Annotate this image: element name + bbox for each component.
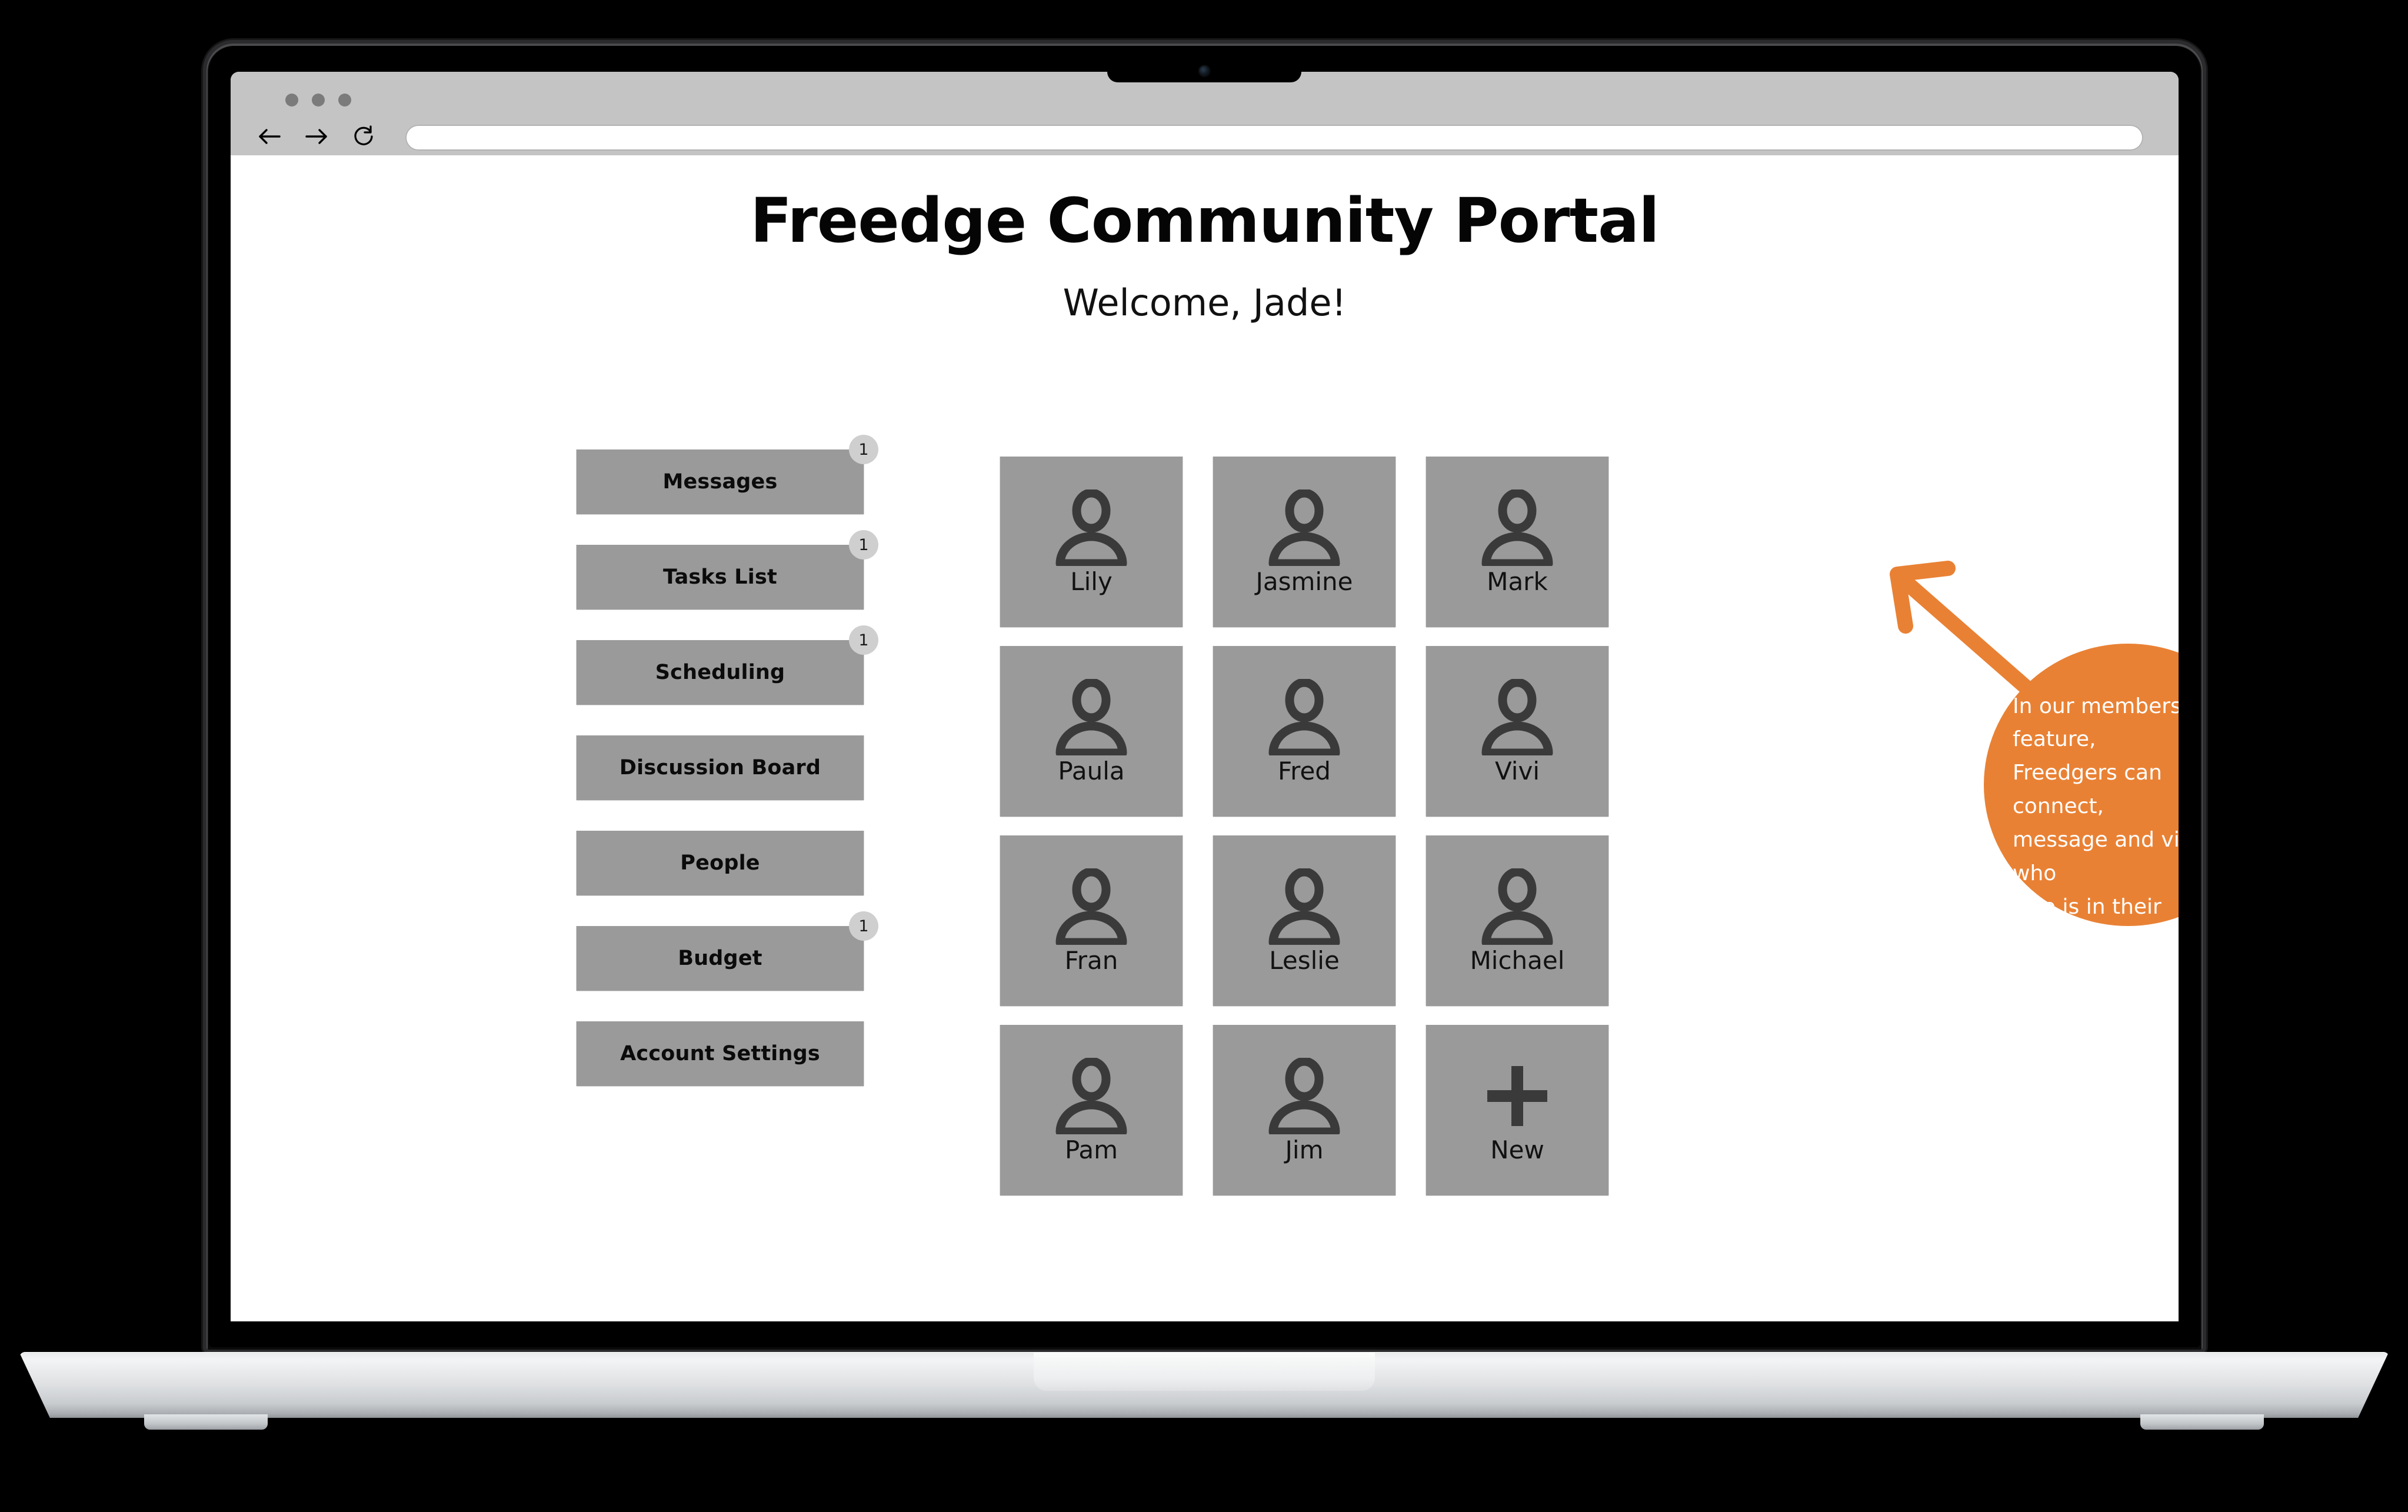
laptop-base-notch — [1033, 1352, 1375, 1391]
sidebar-item-label: Scheduling — [655, 661, 785, 684]
person-icon — [1053, 868, 1130, 945]
page-title: Freedge Community Portal — [750, 185, 1660, 257]
member-name: Paula — [1058, 757, 1125, 785]
notification-badge: 1 — [849, 530, 878, 559]
member-name: Michael — [1470, 946, 1565, 975]
member-card-jasmine[interactable]: Jasmine — [1213, 457, 1395, 627]
window-controls — [285, 94, 351, 106]
notification-badge: 1 — [849, 911, 878, 941]
sidebar-item-label: Messages — [662, 470, 778, 494]
person-icon — [1265, 679, 1343, 755]
laptop-foot-left — [144, 1414, 268, 1430]
person-icon — [1478, 489, 1556, 566]
laptop-foot-right — [2140, 1414, 2264, 1430]
annotation-arrow-icon — [1890, 561, 2059, 717]
sidebar-item-tasks-list[interactable]: Tasks List 1 — [577, 530, 878, 610]
laptop-screen: Freedge Community Portal Welcome, Jade! … — [231, 72, 2179, 1321]
member-card-michael[interactable]: Michael — [1426, 835, 1608, 1006]
annotation-text: In our members feature, Freedgers can co… — [2013, 694, 2179, 953]
person-icon — [1053, 1058, 1130, 1134]
page-content: Freedge Community Portal Welcome, Jade! … — [231, 155, 2179, 1321]
member-name: Leslie — [1269, 946, 1340, 975]
member-card-pam[interactable]: Pam — [1000, 1025, 1183, 1195]
sidebar-item-scheduling[interactable]: Scheduling 1 — [577, 625, 878, 705]
webcam-icon — [1199, 66, 1209, 76]
person-icon — [1478, 679, 1556, 755]
browser-toolbar — [231, 120, 2179, 155]
member-card-jim[interactable]: Jim — [1213, 1025, 1395, 1195]
person-icon — [1265, 868, 1343, 945]
arrow-left-icon — [256, 125, 283, 151]
browser-chrome — [231, 72, 2179, 155]
laptop-base — [19, 1352, 2389, 1418]
member-name: Fran — [1064, 946, 1118, 975]
sidebar-item-account-settings[interactable]: Account Settings — [577, 1021, 864, 1086]
add-member-card[interactable]: New — [1426, 1025, 1608, 1195]
member-card-paula[interactable]: Paula — [1000, 646, 1183, 817]
person-icon — [1265, 1058, 1343, 1134]
laptop-mockup: Freedge Community Portal Welcome, Jade! … — [0, 0, 2408, 1512]
sidebar-item-label: Account Settings — [620, 1042, 820, 1065]
forward-button[interactable] — [298, 121, 335, 154]
member-name: Jim — [1285, 1135, 1324, 1164]
annotation-callout: In our members feature, Freedgers can co… — [1875, 544, 2179, 955]
member-card-lily[interactable]: Lily — [1000, 457, 1183, 627]
sidebar-item-discussion-board[interactable]: Discussion Board — [577, 735, 864, 800]
member-card-leslie[interactable]: Leslie — [1213, 835, 1395, 1006]
member-name: Pam — [1064, 1135, 1118, 1164]
reload-icon — [351, 124, 376, 152]
address-bar[interactable] — [405, 125, 2143, 151]
member-card-fran[interactable]: Fran — [1000, 835, 1183, 1006]
arrow-right-icon — [303, 125, 330, 151]
person-icon — [1265, 489, 1343, 566]
member-grid: Lily Jasmine Mark Paula Fred Vivi Fran Leslie Mi… — [1000, 457, 1608, 1195]
sidebar-item-messages[interactable]: Messages 1 — [577, 435, 878, 514]
member-card-mark[interactable]: Mark — [1426, 457, 1608, 627]
maximize-dot-icon[interactable] — [338, 94, 351, 106]
notification-badge: 1 — [849, 435, 878, 464]
member-name: Jasmine — [1255, 567, 1353, 596]
welcome-message: Welcome, Jade! — [1063, 281, 1347, 324]
person-icon — [1053, 489, 1130, 566]
member-name: New — [1490, 1135, 1544, 1164]
close-dot-icon[interactable] — [285, 94, 298, 106]
reload-button[interactable] — [345, 121, 382, 154]
person-icon — [1053, 679, 1130, 755]
member-name: Mark — [1487, 567, 1548, 596]
annotation-bubble: In our members feature, Freedgers can co… — [1984, 644, 2179, 953]
member-card-vivi[interactable]: Vivi — [1426, 646, 1608, 817]
sidebar-item-label: Tasks List — [663, 565, 777, 589]
sidebar-item-label: Discussion Board — [619, 756, 821, 780]
sidebar-nav: Messages 1 Tasks List 1 Scheduling 1 Discussio… — [577, 435, 878, 1117]
plus-icon — [1478, 1058, 1556, 1134]
person-icon — [1478, 868, 1556, 945]
member-name: Vivi — [1494, 757, 1540, 785]
sidebar-item-budget[interactable]: Budget 1 — [577, 911, 878, 991]
sidebar-item-label: Budget — [678, 947, 762, 970]
back-button[interactable] — [251, 121, 288, 154]
sidebar-item-people[interactable]: People — [577, 831, 864, 895]
member-name: Fred — [1278, 757, 1331, 785]
member-card-fred[interactable]: Fred — [1213, 646, 1395, 817]
notification-badge: 1 — [849, 625, 878, 655]
minimize-dot-icon[interactable] — [312, 94, 325, 106]
sidebar-item-label: People — [680, 851, 760, 875]
laptop-notch — [1107, 46, 1301, 82]
member-name: Lily — [1070, 567, 1113, 596]
